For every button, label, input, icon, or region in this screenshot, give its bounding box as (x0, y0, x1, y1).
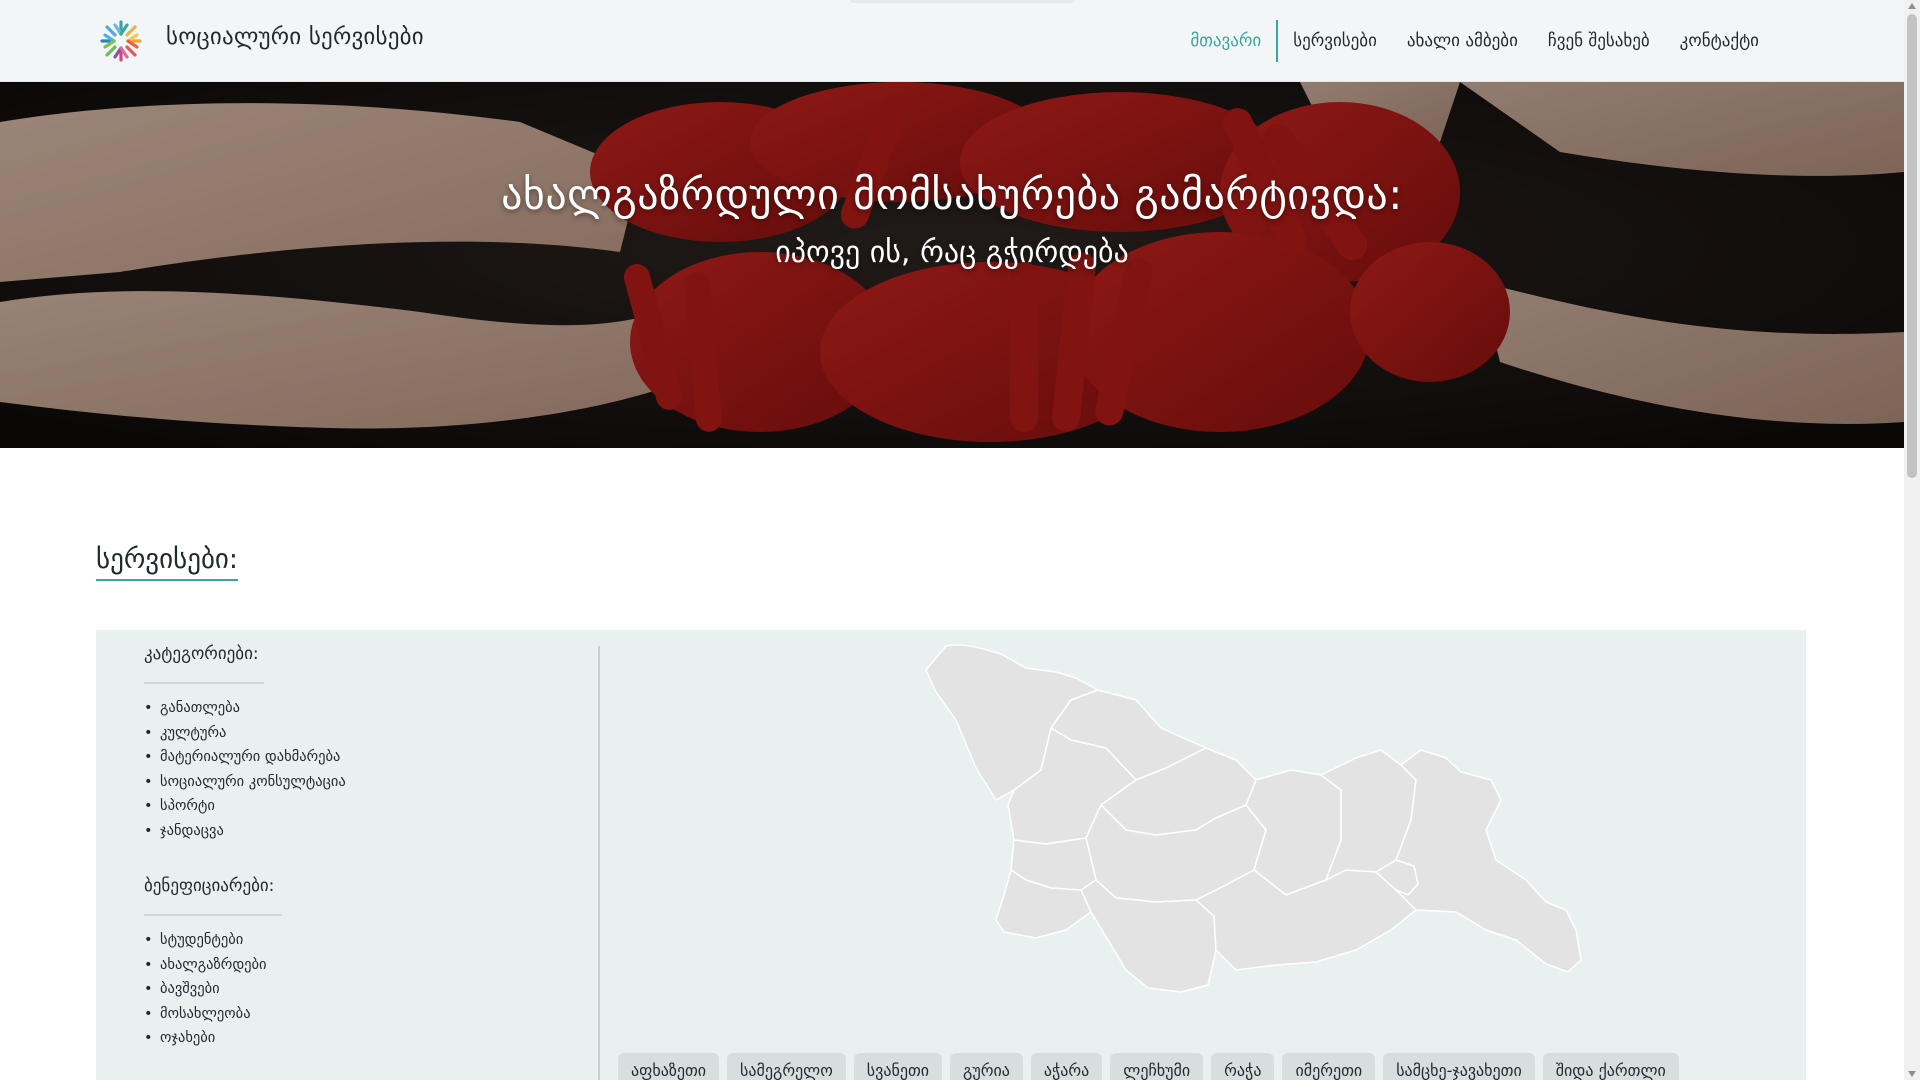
category-item[interactable]: სოციალური კონსულტაცია (144, 770, 346, 795)
beneficiaries-divider (144, 914, 282, 916)
nav-item-news[interactable]: ახალი ამბები (1392, 20, 1533, 62)
categories-divider (144, 682, 264, 684)
region-chip-imereti[interactable]: იმერეთი (1282, 1053, 1376, 1080)
beneficiary-item[interactable]: სტუდენტები (144, 928, 267, 953)
beneficiary-item[interactable]: მოსახლეობა (144, 1002, 267, 1027)
category-item[interactable]: სპორტი (144, 794, 346, 819)
beneficiaries-list: სტუდენტები ახალგაზრდები ბავშვები მოსახლე… (144, 928, 267, 1051)
beneficiary-item[interactable]: ახალგაზრდები (144, 953, 267, 978)
hero-subtitle: იპოვე ის, რაც გჭირდება (775, 235, 1129, 270)
map-region-kakheti[interactable] (1395, 749, 1582, 973)
page: სოციალური სერვისები მთავარი სერვისები ახ… (0, 0, 1920, 1080)
region-chip-adjara[interactable]: აჭარა (1030, 1053, 1103, 1080)
beneficiaries-title: ბენეფიციარები: (144, 876, 275, 896)
page-scrollbar[interactable] (1904, 0, 1920, 1080)
site-brand[interactable]: სოციალური სერვისები (166, 24, 424, 50)
scroll-down-arrow-icon[interactable] (1908, 1071, 1916, 1077)
categories-list: განათლება კულტურა მატერიალური დახმარება … (144, 696, 346, 844)
region-chip-lechkhumi[interactable]: ლეჩხუმი (1110, 1053, 1204, 1080)
region-chip-abkhazia[interactable]: აფხაზეთი (618, 1053, 720, 1080)
region-chip-svaneti[interactable]: სვანეთი (853, 1053, 943, 1080)
panel-divider (598, 646, 600, 1080)
region-chip-racha[interactable]: რაჭა (1211, 1053, 1275, 1080)
region-chip-shida-kartli[interactable]: შიდა ქართლი (1542, 1053, 1679, 1080)
nav-item-contact[interactable]: კონტაქტი (1665, 20, 1774, 62)
header-notch (850, 0, 1074, 3)
region-chip-samegrelo[interactable]: სამეგრელო (727, 1053, 846, 1080)
site-header: სოციალური სერვისები მთავარი სერვისები ახ… (0, 0, 1904, 82)
category-item[interactable]: კულტურა (144, 721, 346, 746)
category-item[interactable]: მატერიალური დახმარება (144, 745, 346, 770)
region-chip-samtskhe-javakheti[interactable]: სამცხე-ჯავახეთი (1383, 1053, 1535, 1080)
beneficiary-item[interactable]: ოჯახები (144, 1026, 267, 1051)
georgia-map (925, 644, 1582, 993)
nav-item-home[interactable]: მთავარი (1175, 20, 1279, 62)
beneficiary-item[interactable]: ბავშვები (144, 977, 267, 1002)
categories-title: კატეგორიები: (144, 644, 259, 664)
hero-title: ახალგაზრდული მომსახურება გამარტივდა: (501, 170, 1403, 219)
category-item[interactable]: განათლება (144, 696, 346, 721)
nav-item-services[interactable]: სერვისები (1278, 20, 1392, 62)
region-chips: აფხაზეთი სამეგრელო სვანეთი გურია აჭარა ლ… (618, 1053, 1679, 1080)
region-chip-guria[interactable]: გურია (950, 1053, 1023, 1080)
logo-icon[interactable] (96, 16, 146, 66)
scrollbar-thumb[interactable] (1907, 14, 1917, 478)
services-title: სერვისები: (96, 544, 238, 581)
main-nav: მთავარი სერვისები ახალი ამბები ჩვენ შესა… (1175, 20, 1774, 62)
nav-item-about[interactable]: ჩვენ შესახებ (1533, 20, 1665, 62)
category-item[interactable]: ჯანდაცვა (144, 819, 346, 844)
scroll-up-arrow-icon[interactable] (1908, 3, 1916, 9)
hero-banner: ახალგაზრდული მომსახურება გამარტივდა: იპო… (0, 82, 1904, 448)
services-panel: კატეგორიები: განათლება კულტურა მატერიალუ… (96, 630, 1806, 1080)
